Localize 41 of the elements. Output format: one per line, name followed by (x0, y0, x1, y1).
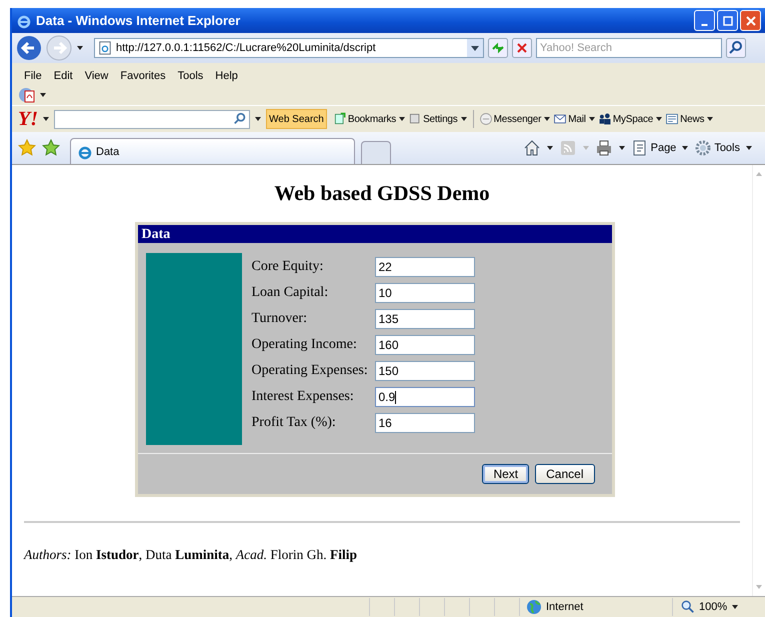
toolbar-button[interactable]: Bookmarks (332, 112, 396, 126)
field-label: Loan Capital: (252, 285, 330, 301)
input-field[interactable]: 135 (374, 309, 474, 329)
field-label: Core Equity: (252, 259, 324, 275)
toolbar-button[interactable]: News (665, 112, 704, 126)
zoom-button[interactable]: 100% (672, 598, 757, 616)
field-label: Turnover: (252, 311, 308, 327)
field-label: Operating Expenses: (252, 363, 369, 379)
web-search-button[interactable]: Web Search (266, 109, 327, 129)
input-field[interactable]: 16 (374, 413, 474, 433)
page-heading: Web based GDSS Demo (274, 181, 490, 206)
dialog-title: Data (138, 225, 612, 243)
toolbar-button[interactable]: Page (630, 139, 676, 157)
window-title: Data - Windows Internet Explorer (36, 13, 242, 28)
input-field[interactable]: 22 (374, 257, 474, 277)
input-field[interactable]: 160 (374, 335, 474, 355)
search-field[interactable]: Yahoo! Search (536, 38, 722, 58)
menu-item[interactable]: Edit (48, 70, 79, 82)
toolbar-button[interactable]: Tools (694, 139, 740, 157)
toolbar-button[interactable]: Settings (408, 112, 458, 126)
menu-item[interactable]: Help (209, 70, 244, 82)
authors-text: Authors: Ion Istudor, Duta Luminita, Acad. Florin Gh. Filip (24, 547, 358, 563)
dialog-button[interactable]: Next (482, 464, 530, 484)
input-field[interactable]: 10 (374, 283, 474, 303)
zone-label: Internet (546, 601, 584, 613)
toolbar-button[interactable]: Mail (553, 112, 586, 126)
dialog-button[interactable]: Cancel (535, 464, 594, 484)
toolbar-button[interactable]: Messenger (478, 112, 542, 126)
input-field[interactable]: 150 (374, 361, 474, 381)
field-label: Profit Tax (%): (252, 415, 337, 431)
menu-item[interactable]: Favorites (114, 70, 172, 82)
input-field[interactable]: 0.9 (374, 387, 474, 407)
field-label: Operating Income: (252, 337, 358, 353)
address-field[interactable]: http://127.0.0.1:11562/C:/Lucrare%20Luminita/dscript (94, 38, 484, 58)
toolbar-button[interactable]: MySpace (598, 112, 654, 126)
tab[interactable]: Data (70, 138, 355, 164)
logo[interactable]: Y! (18, 109, 38, 129)
menu-item[interactable]: File (18, 70, 48, 82)
menu-item[interactable]: View (78, 70, 114, 82)
field-label: Interest Expenses: (252, 389, 355, 405)
menu-item[interactable]: Tools (172, 70, 210, 82)
